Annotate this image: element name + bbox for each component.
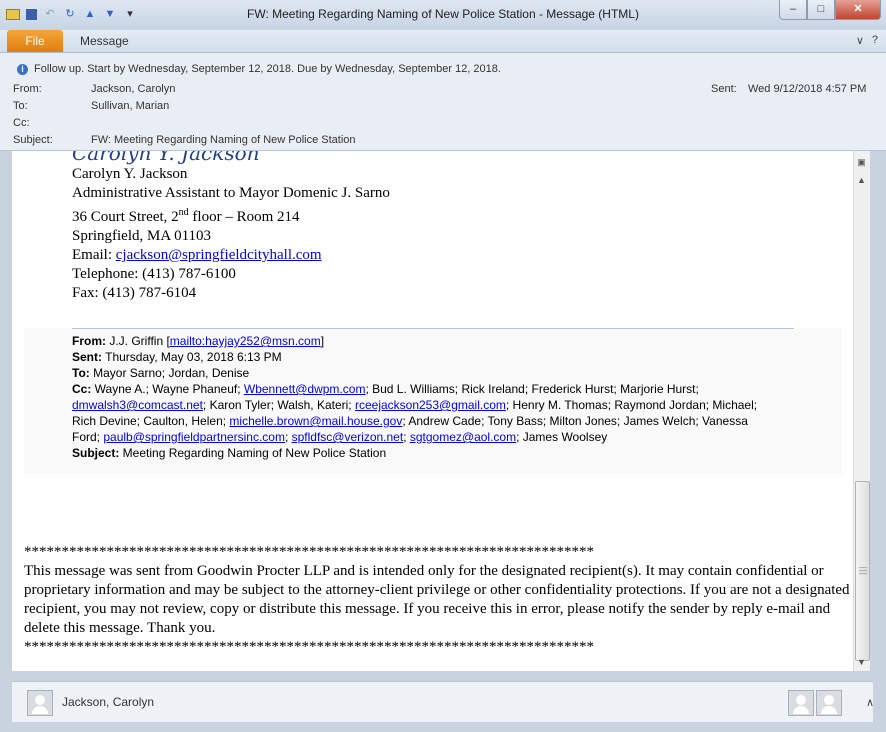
signature-address-line2: Springfield, MA 01103 [72,228,212,244]
from-value[interactable]: Jackson, Carolyn [91,83,175,95]
followup-text: Follow up. Start by Wednesday, September… [34,63,501,75]
fwd-to-line: To: Mayor Sarno; Jordan, Denise [72,365,772,381]
fwd-cc-link[interactable]: dmwalsh3@comcast.net [72,398,203,412]
window-controls: – □ ✕ [779,0,881,20]
fwd-cc-link[interactable]: spfldfsc@verizon.net [292,430,404,444]
fwd-cc-text: Wayne A.; Wayne Phaneuf; [91,382,244,396]
sent-value: Wed 9/12/2018 4:57 PM [748,83,867,95]
title-bar: ↶ ↻ ▲ ▼ ▾ FW: Meeting Regarding Naming o… [0,0,886,30]
fwd-cc-text: ; [403,430,410,444]
fwd-cc-text: ; Karon Tyler; Walsh, Kateri; [202,398,355,412]
window-title: FW: Meeting Regarding Naming of New Poli… [247,7,639,21]
subject-label: Subject: [13,134,53,146]
fwd-sent-label: Sent: [72,350,102,364]
disclaimer-text: This message was sent from Goodwin Proct… [24,563,850,636]
tab-file[interactable]: File [7,30,63,52]
signature-email-line: Email: cjackson@springfieldcityhall.com [72,246,390,265]
fwd-subject-line: Subject: Meeting Regarding Naming of New… [72,445,772,461]
fwd-cc-link[interactable]: paulb@springfieldpartnersinc.com [103,430,285,444]
expand-people-pane-icon[interactable]: ∧ [866,696,874,709]
fwd-cc-text: ; [284,430,292,444]
fwd-from-link[interactable]: mailto:hayjay252@msn.com [170,334,321,348]
cc-label: Cc: [13,117,30,129]
people-avatar[interactable] [816,690,842,716]
ribbon-tabs: File Message ∨ ? [0,30,886,53]
maximize-button[interactable]: □ [807,0,835,20]
signature-block: Carolyn Y. Jackson Administrative Assist… [72,165,390,303]
message-header: i Follow up. Start by Wednesday, Septemb… [0,53,886,151]
tab-message[interactable]: Message [80,34,129,48]
fwd-from-name: J.J. Griffin [ [106,334,170,348]
signature-script: Carolyn Y. Jackson [72,151,260,165]
vertical-scrollbar[interactable]: ▣ ▲ ― ― ― ▼ [853,151,870,671]
address-ordinal: nd [178,207,189,218]
ribbon-expand-icon[interactable]: ∨ [856,34,864,47]
disclaimer-stars-top: ****************************************… [24,544,594,560]
scroll-thumb[interactable]: ― ― ― [855,481,870,661]
fwd-cc-text: ; James Woolsey [516,430,608,444]
address-room: floor – Room 214 [188,209,300,225]
fwd-to-value: Mayor Sarno; Jordan, Denise [89,366,250,380]
fwd-sent-value: Thursday, May 03, 2018 6:13 PM [102,350,282,364]
fwd-cc-text: ; Bud L. Williams; Rick Ireland; Frederi… [365,382,699,396]
people-avatar[interactable] [788,690,814,716]
fwd-subject-label: Subject: [72,446,120,460]
subject-value: FW: Meeting Regarding Naming of New Poli… [91,134,356,146]
forwarded-header: From: J.J. Griffin [mailto:hayjay252@msn… [72,333,772,461]
email-label: Email: [72,247,116,263]
disclaimer: ****************************************… [24,543,853,657]
forward-divider [72,328,794,329]
fwd-from-label: From: [72,334,106,348]
help-icon[interactable]: ? [872,34,878,47]
people-pane: Jackson, Carolyn ∧ [12,681,874,722]
from-label: From: [13,83,42,95]
signature-email-link[interactable]: cjackson@springfieldcityhall.com [116,247,322,263]
minimize-button[interactable]: – [779,0,807,20]
disclaimer-stars-bottom: ****************************************… [24,639,594,655]
fwd-cc-line: Cc: Wayne A.; Wayne Phaneuf; Wbennett@dw… [72,381,772,445]
fwd-sent-line: Sent: Thursday, May 03, 2018 6:13 PM [72,349,772,365]
signature-name: Carolyn Y. Jackson [72,166,188,182]
ribbon-right-controls: ∨ ? [856,34,878,47]
fwd-cc-link[interactable]: michelle.brown@mail.house.gov [229,414,402,428]
scroll-down-button[interactable]: ▼ [854,655,869,669]
signature-address-line1: 36 Court Street, 2nd floor – Room 214 [72,203,390,227]
address-street: 36 Court Street, 2 [72,209,179,225]
scroll-up-button[interactable]: ▲ [854,173,869,187]
message-body[interactable]: Carolyn Y. Jackson Carolyn Y. Jackson Ad… [12,151,853,671]
contact-avatar[interactable] [27,690,53,716]
signature-fax: Fax: (413) 787-6104 [72,285,197,301]
fwd-cc-label: Cc: [72,382,92,396]
fwd-cc-link[interactable]: rceejackson253@gmail.com [355,398,506,412]
scroll-zoom-icon[interactable]: ▣ [854,155,869,169]
close-button[interactable]: ✕ [835,0,881,20]
fwd-to-label: To: [72,366,90,380]
followup-bar: i Follow up. Start by Wednesday, Septemb… [17,63,501,75]
info-icon: i [17,63,28,75]
to-value[interactable]: Sullivan, Marian [91,100,169,112]
contact-name[interactable]: Jackson, Carolyn [62,695,154,709]
fwd-subject-value: Meeting Regarding Naming of New Police S… [119,446,387,460]
fwd-from-bracket: ] [320,334,325,348]
signature-telephone: Telephone: (413) 787-6100 [72,266,236,282]
to-label: To: [13,100,28,112]
fwd-cc-link[interactable]: Wbennett@dwpm.com [244,382,366,396]
grip-icon: ― ― ― [859,563,867,578]
fwd-cc-link[interactable]: sgtgomez@aol.com [410,430,516,444]
sent-label: Sent: [711,83,737,95]
fwd-from-line: From: J.J. Griffin [mailto:hayjay252@msn… [72,333,772,349]
signature-title: Administrative Assistant to Mayor Domeni… [72,185,390,201]
